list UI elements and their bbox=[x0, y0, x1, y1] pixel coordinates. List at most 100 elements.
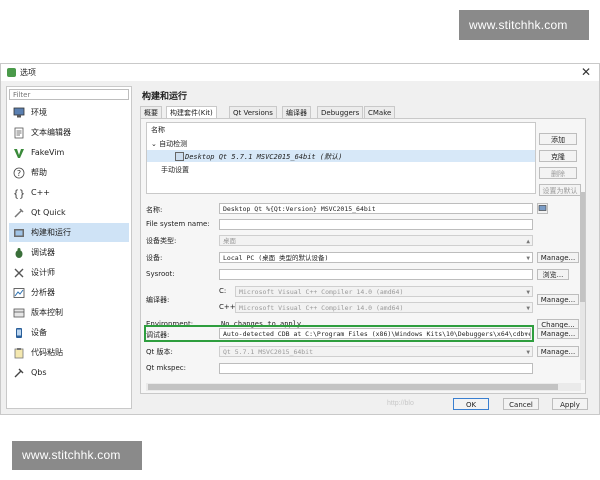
page-title: 构建和运行 bbox=[142, 92, 188, 102]
sidebar-item-fakevim[interactable]: FakeVim bbox=[9, 143, 129, 162]
sidebar-item-label: 分析器 bbox=[31, 288, 55, 297]
debugger-value: Auto-detected CDB at C:\Program Files (x… bbox=[223, 330, 531, 338]
filter-input[interactable] bbox=[9, 89, 129, 100]
sidebar-item-build-run[interactable]: 构建和运行 bbox=[9, 223, 129, 242]
sidebar-item-debugger[interactable]: 调试器 bbox=[9, 243, 129, 262]
kits-tree[interactable]: 名称 ⌄ 自动检测 Desktop Qt 5.7.1 MSVC2015_64bi… bbox=[146, 122, 536, 194]
kit-icon-button[interactable] bbox=[537, 203, 548, 214]
options-dialog: 选项 ✕ 环境 文本编辑器 FakeVim ? 帮助 {} C++ Qt Qui… bbox=[0, 63, 600, 415]
manage-qt-version-button[interactable]: Manage... bbox=[537, 346, 579, 357]
filesystem-name-label: File system name: bbox=[146, 220, 210, 228]
fakevim-icon bbox=[13, 147, 25, 159]
device-type-value: 桌面 bbox=[223, 237, 236, 245]
code-paste-icon bbox=[13, 347, 25, 359]
c-compiler-select[interactable]: Microsoft Visual C++ Compiler 14.0 (amd6… bbox=[235, 286, 533, 297]
sidebar-item-label: 代码粘贴 bbox=[31, 348, 63, 357]
sidebar-item-label: 设备 bbox=[31, 328, 47, 337]
device-type-select[interactable]: 桌面 ▲ bbox=[219, 235, 533, 246]
sidebar-item-qtquick[interactable]: Qt Quick bbox=[9, 203, 129, 222]
qt-version-label: Qt 版本: bbox=[146, 348, 173, 356]
chevron-down-icon: ▼ bbox=[526, 349, 530, 356]
qbs-icon bbox=[13, 367, 25, 379]
clone-button[interactable]: 克隆 bbox=[539, 150, 577, 162]
blog-watermark: http://blo bbox=[387, 400, 414, 407]
device-icon bbox=[13, 327, 25, 339]
cpp-icon: {} bbox=[13, 187, 25, 199]
tab-overview[interactable]: 概要 bbox=[140, 106, 162, 118]
sidebar-item-code-paste[interactable]: 代码粘贴 bbox=[9, 343, 129, 362]
compiler-label: 编译器: bbox=[146, 296, 170, 304]
cancel-button[interactable]: Cancel bbox=[503, 398, 539, 410]
qt-mkspec-label: Qt mkspec: bbox=[146, 364, 186, 372]
chevron-down-icon: ⌄ bbox=[151, 140, 157, 148]
window-title: 选项 bbox=[20, 68, 36, 77]
tree-group-manual[interactable]: 手动设置 bbox=[161, 165, 189, 175]
debugger-icon bbox=[13, 247, 25, 259]
scrollbar-thumb[interactable] bbox=[148, 384, 558, 390]
monitor-icon bbox=[175, 152, 184, 161]
sidebar-item-label: 版本控制 bbox=[31, 308, 63, 317]
sidebar-item-analyzer[interactable]: 分析器 bbox=[9, 283, 129, 302]
title-bar: 选项 ✕ bbox=[1, 64, 599, 81]
sidebar-item-label: Qt Quick bbox=[31, 208, 66, 217]
chevron-down-icon: ▼ bbox=[524, 331, 528, 338]
sidebar-item-label: 文本编辑器 bbox=[31, 128, 71, 137]
tree-group-auto-detected[interactable]: ⌄ 自动检测 bbox=[151, 139, 187, 149]
tab-compilers[interactable]: 编译器 bbox=[282, 106, 311, 118]
close-button[interactable]: ✕ bbox=[581, 65, 591, 79]
tab-cmake[interactable]: CMake bbox=[364, 106, 396, 118]
sidebar-item-label: 调试器 bbox=[31, 248, 55, 257]
text-editor-icon bbox=[13, 127, 25, 139]
debugger-select[interactable]: Auto-detected CDB at C:\Program Files (x… bbox=[219, 328, 531, 339]
scrollbar-thumb[interactable] bbox=[580, 192, 585, 302]
manage-compiler-button[interactable]: Manage... bbox=[537, 294, 579, 305]
monitor-icon bbox=[538, 205, 547, 211]
set-default-button[interactable]: 设置为默认 bbox=[539, 184, 581, 196]
debugger-label: 调试器: bbox=[146, 331, 170, 339]
chevron-down-icon: ▼ bbox=[526, 255, 530, 262]
sidebar-item-text-editor[interactable]: 文本编辑器 bbox=[9, 123, 129, 142]
watermark-bottom: www.stitchhk.com bbox=[12, 441, 142, 470]
ok-button[interactable]: OK bbox=[453, 398, 489, 410]
sidebar-item-device[interactable]: 设备 bbox=[9, 323, 129, 342]
sidebar-item-label: Qbs bbox=[31, 368, 47, 377]
sidebar-item-qbs[interactable]: Qbs bbox=[9, 363, 129, 382]
tab-qt-versions[interactable]: Qt Versions bbox=[229, 106, 277, 118]
sidebar-item-designer[interactable]: 设计师 bbox=[9, 263, 129, 282]
cpp-compiler-select[interactable]: Microsoft Visual C++ Compiler 14.0 (amd6… bbox=[235, 302, 533, 313]
sidebar-item-cpp[interactable]: {} C++ bbox=[9, 183, 129, 202]
manage-device-button[interactable]: Manage... bbox=[537, 252, 579, 263]
kits-tab-content: 名称 ⌄ 自动检测 Desktop Qt 5.7.1 MSVC2015_64bi… bbox=[140, 118, 586, 394]
sysroot-label: Sysroot: bbox=[146, 270, 175, 278]
cpp-compiler-value: Microsoft Visual C++ Compiler 14.0 (amd6… bbox=[239, 304, 404, 312]
watermark-top: www.stitchhk.com bbox=[459, 10, 589, 40]
horizontal-scrollbar[interactable] bbox=[146, 383, 581, 391]
vertical-scrollbar[interactable] bbox=[580, 192, 585, 380]
add-button[interactable]: 添加 bbox=[539, 133, 577, 145]
sidebar-item-version-control[interactable]: 版本控制 bbox=[9, 303, 129, 322]
analyzer-icon bbox=[13, 287, 25, 299]
device-value: Local PC (桌面 类型的默认设备) bbox=[223, 254, 329, 262]
build-run-icon bbox=[13, 227, 25, 239]
manage-debugger-button[interactable]: Manage... bbox=[537, 328, 579, 339]
sidebar-item-environment[interactable]: 环境 bbox=[9, 103, 129, 122]
apply-button[interactable]: Apply bbox=[552, 398, 588, 410]
remove-button[interactable]: 删除 bbox=[539, 167, 577, 179]
name-input[interactable]: Desktop Qt %{Qt:Version} MSVC2015_64bit bbox=[219, 203, 533, 214]
qt-app-icon bbox=[7, 68, 16, 77]
filesystem-name-input[interactable] bbox=[219, 219, 533, 230]
kit-row-selected[interactable]: Desktop Qt 5.7.1 MSVC2015_64bit (默认) bbox=[147, 150, 535, 162]
browse-button[interactable]: 浏览... bbox=[537, 269, 569, 280]
c-compiler-value: Microsoft Visual C++ Compiler 14.0 (amd6… bbox=[239, 288, 404, 296]
tree-group-label: 自动检测 bbox=[159, 140, 188, 148]
qt-version-select[interactable]: Qt 5.7.1 MSVC2015_64bit ▼ bbox=[219, 346, 533, 357]
qt-mkspec-input[interactable] bbox=[219, 363, 533, 374]
device-select[interactable]: Local PC (桌面 类型的默认设备) ▼ bbox=[219, 252, 533, 263]
sidebar-item-help[interactable]: ? 帮助 bbox=[9, 163, 129, 182]
sidebar-item-label: 环境 bbox=[31, 108, 47, 117]
designer-icon bbox=[13, 267, 25, 279]
sidebar-item-label: 帮助 bbox=[31, 168, 47, 177]
tab-debuggers[interactable]: Debuggers bbox=[317, 106, 364, 118]
kit-name: Desktop Qt 5.7.1 MSVC2015_64bit (默认) bbox=[185, 153, 343, 161]
sysroot-input[interactable] bbox=[219, 269, 533, 280]
